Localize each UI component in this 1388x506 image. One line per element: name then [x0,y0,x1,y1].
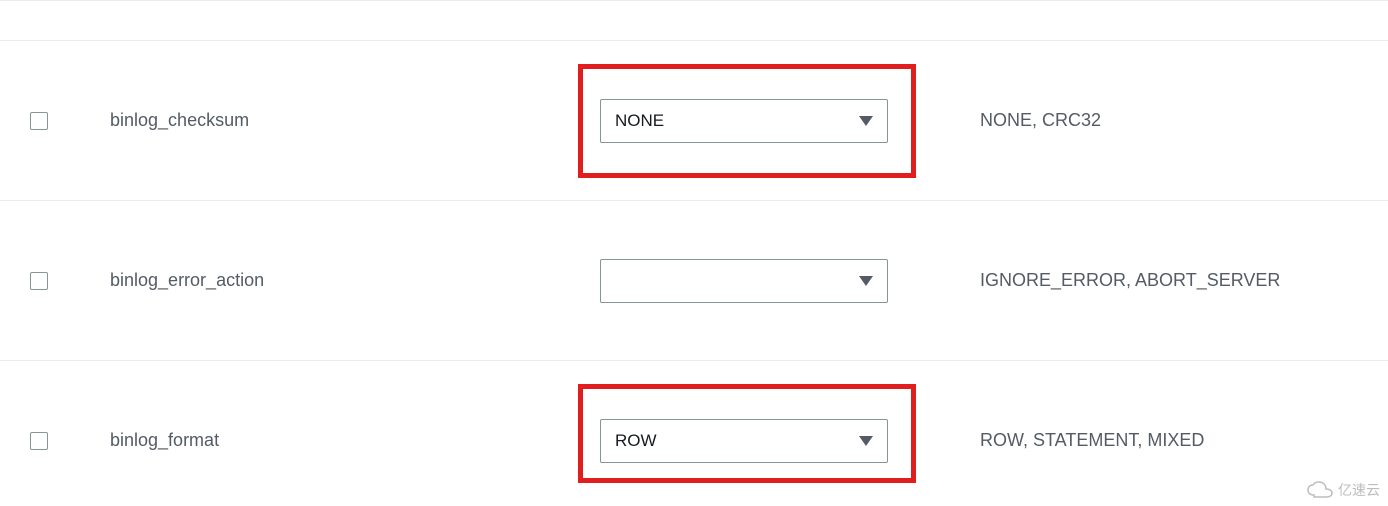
chevron-down-icon [859,436,873,446]
watermark: 亿速云 [1306,480,1380,500]
table-row: binlog_error_action IGNORE_ERROR, ABORT_… [0,200,1388,360]
allowed-values: ROW, STATEMENT, MIXED [980,430,1204,450]
select-value: NONE [615,111,664,131]
parameter-value-select[interactable]: NONE [600,99,888,143]
cloud-icon [1306,481,1334,499]
parameter-value-select[interactable]: ROW [600,419,888,463]
row-checkbox[interactable] [30,272,48,290]
table-row: binlog_format ROW ROW, STATEMENT, MIXED [0,360,1388,506]
allowed-values: IGNORE_ERROR, ABORT_SERVER [980,270,1280,290]
table-row: binlog_checksum NONE NONE, CRC32 [0,40,1388,200]
parameter-name: binlog_checksum [110,110,249,130]
table-row-partial [0,0,1388,40]
chevron-down-icon [859,116,873,126]
parameter-name: binlog_error_action [110,270,264,290]
row-checkbox[interactable] [30,112,48,130]
row-checkbox[interactable] [30,432,48,450]
parameter-name: binlog_format [110,430,219,450]
chevron-down-icon [859,276,873,286]
parameter-value-select[interactable] [600,259,888,303]
select-value: ROW [615,431,657,451]
watermark-text: 亿速云 [1338,480,1380,500]
allowed-values: NONE, CRC32 [980,110,1101,130]
